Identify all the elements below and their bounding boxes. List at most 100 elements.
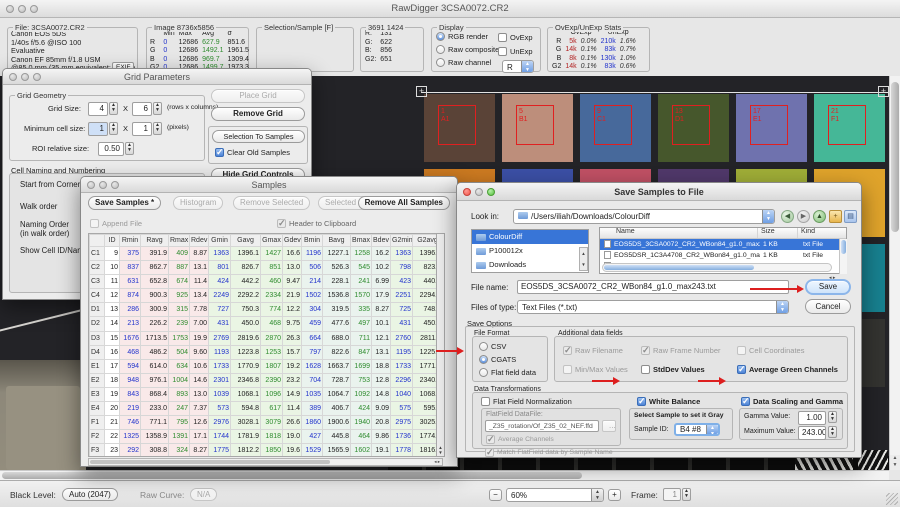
list-view-icon[interactable]: ▤ <box>844 210 857 223</box>
sample-row-D4[interactable]: D416468486.25049.6011931223.8125315.7797… <box>90 345 444 359</box>
raw-filename-checkbox[interactable]: Raw Filename <box>563 346 623 355</box>
match-flatfield-checkbox[interactable]: Match FlatField data by Sample Name <box>485 448 613 457</box>
sample-row-F2[interactable]: F22213251358.9139117.117441781.9181819.0… <box>90 430 444 444</box>
stddev-values-checkbox[interactable]: StdDev Values <box>641 365 705 374</box>
min-cell-h-input[interactable]: 1 <box>132 122 152 136</box>
new-folder-icon[interactable]: + <box>829 210 842 223</box>
gamma-stepper[interactable]: ▲▼ <box>828 411 837 423</box>
look-in-select[interactable]: /Users/iliah/Downloads/ColourDiff▲▼ <box>513 209 775 224</box>
remove-all-samples-button[interactable]: Remove All Samples <box>358 196 450 210</box>
selection-handle[interactable]: + <box>878 86 889 97</box>
samples-titlebar[interactable]: Samples <box>81 177 457 193</box>
save-samples-button[interactable]: Save Samples * <box>88 196 161 210</box>
grid-cols-stepper[interactable]: ▲▼ <box>153 102 162 115</box>
zoom-window-icon[interactable] <box>30 5 38 13</box>
roi-stepper[interactable]: ▲▼ <box>125 142 134 155</box>
sample-row-D1[interactable]: D113286300.93157.78727750.377412.2304319… <box>90 303 444 317</box>
browse-button[interactable]: ... <box>602 420 616 432</box>
minmax-values-checkbox[interactable]: Min/Max Values <box>563 365 628 374</box>
sample-row-D2[interactable]: D214213226.22397.00431450.04689.75459477… <box>90 317 444 331</box>
min-cell-w-stepper[interactable]: ▲▼ <box>109 122 118 135</box>
white-balance-checkbox[interactable]: White Balance <box>637 397 700 406</box>
close-icon[interactable] <box>6 5 14 13</box>
frame-input[interactable]: 1 <box>663 488 681 501</box>
sidebar-item-p100012x[interactable]: P100012x <box>472 244 588 258</box>
grid-window-titlebar[interactable]: Grid Parameters <box>3 69 311 85</box>
flatfield-path-input[interactable]: _Z35_rotation/Of_Z35_02_NEF.ffd <box>485 420 599 432</box>
remove-selected-button[interactable]: Remove Selected <box>233 196 310 210</box>
sample-row-E2[interactable]: E218948976.1100414.623012346.8239023.270… <box>90 373 444 387</box>
file-row[interactable]: EOS5DSR_1C3A4708_CR2_WBon84_g1.0_max243.… <box>600 250 846 261</box>
sample-id-select[interactable]: B4 #8▲▼ <box>674 423 720 436</box>
sample-row-F3[interactable]: F323292308.83248.2717751812.2185019.6152… <box>90 444 444 457</box>
selection-handle[interactable]: + <box>416 86 427 97</box>
unexp-checkbox[interactable]: UnExp <box>498 47 533 56</box>
save-button[interactable]: Save <box>805 279 851 295</box>
grid-rows-stepper[interactable]: ▲▼ <box>109 102 118 115</box>
clear-old-samples-checkbox[interactable]: Clear Old Samples <box>215 148 290 157</box>
sample-row-C4[interactable]: C412874900.392513.422492292.2233421.9150… <box>90 289 444 303</box>
grid-cols-input[interactable]: 6 <box>132 102 152 116</box>
zoom-out-button[interactable]: − <box>489 489 502 501</box>
ovexp-checkbox[interactable]: OvExp <box>498 33 533 42</box>
vertical-scroll-thumb[interactable] <box>891 82 899 232</box>
minimize-icon[interactable] <box>99 181 107 189</box>
back-icon[interactable]: ◀ <box>781 210 794 223</box>
files-of-type-select[interactable]: Text Files (*.txt)▲▼ <box>517 300 789 314</box>
parent-folder-icon[interactable]: ▲ <box>813 210 826 223</box>
format-cgats-radio[interactable]: CGATS <box>479 355 516 364</box>
min-cell-w-input[interactable]: 1 <box>88 122 108 136</box>
data-scaling-gamma-checkbox[interactable]: Data Scaling and Gamma <box>741 397 843 406</box>
selection-to-samples-button[interactable]: Selection To Samples <box>212 130 305 143</box>
raw-frame-checkbox[interactable]: Raw Frame Number <box>641 346 721 355</box>
horizontal-scrollbar[interactable] <box>0 470 889 480</box>
flat-field-normalization-checkbox[interactable]: Flat Field Normalization <box>481 397 572 406</box>
zoom-in-button[interactable]: + <box>608 489 621 501</box>
file-list-vscrollbar[interactable] <box>839 239 847 274</box>
file-name-input[interactable]: EOS5DS_3CSA0072_CR2_WBon84_g1.0_max243.t… <box>517 280 789 294</box>
sidebar-scroll-arrows[interactable]: ▲▼ <box>579 247 588 271</box>
sample-row-D3[interactable]: D31516761713.5175319.927692819.6287026.3… <box>90 331 444 345</box>
samples-hscrollbar[interactable]: ◂ ▸ <box>88 458 443 466</box>
file-row[interactable]: EOS5DS_3CSA0072_CR2_WBon84_g1.0_max243.t… <box>600 239 846 250</box>
minimize-icon[interactable] <box>21 73 29 81</box>
grid-rows-input[interactable]: 4 <box>88 102 108 116</box>
file-list-hscrollbar[interactable] <box>602 263 832 272</box>
roi-input[interactable]: 0.50 <box>98 142 124 156</box>
maximum-stepper[interactable]: ▲▼ <box>828 426 837 438</box>
place-grid-button[interactable]: Place Grid <box>211 89 305 103</box>
sidebar-item-colourdiff[interactable]: ColourDiff <box>472 230 588 244</box>
append-file-checkbox[interactable]: Append File <box>90 219 142 228</box>
sidebar-item-downloads[interactable]: Downloads <box>472 258 588 272</box>
close-icon[interactable] <box>87 181 95 189</box>
black-level-button[interactable]: Auto (2047) <box>62 488 118 501</box>
average-green-checkbox[interactable]: Average Green Channels <box>737 365 838 374</box>
minimize-icon[interactable] <box>18 5 26 13</box>
vertical-scroll-arrows[interactable]: ▲▼ <box>889 455 900 470</box>
forward-icon[interactable]: ▶ <box>797 210 810 223</box>
horizontal-scroll-thumb[interactable] <box>2 472 582 479</box>
cell-coordinates-checkbox[interactable]: Cell Coordinates <box>737 346 804 355</box>
sample-row-C3[interactable]: C311631652.867411.4424442.24609.47214228… <box>90 275 444 289</box>
zoom-window-icon[interactable] <box>111 181 119 189</box>
sample-row-E1[interactable]: E117594614.063410.617331770.9180719.2162… <box>90 359 444 373</box>
histogram-button[interactable]: Histogram <box>173 196 223 210</box>
format-csv-radio[interactable]: CSV <box>479 342 506 351</box>
display-radio-raw-channel[interactable]: Raw channel <box>436 58 499 67</box>
frame-stepper[interactable]: ▲▼ <box>682 488 691 501</box>
zoom-window-icon[interactable] <box>487 188 495 196</box>
average-channels-checkbox[interactable]: Average Channels <box>486 435 554 444</box>
resize-grip-icon[interactable] <box>886 493 898 505</box>
display-radio-raw-composite[interactable]: Raw composite <box>436 45 499 54</box>
raw-channel-select[interactable]: R▲▼ <box>502 60 534 73</box>
sample-row-C1[interactable]: C19375391.94098.8713631396.1142716.61196… <box>90 247 444 261</box>
samples-table[interactable]: IDRminRavgRmaxRdevGminGavgGmaxGdevBminBa… <box>89 234 443 457</box>
save-dialog-titlebar[interactable]: Save Samples to File <box>457 183 861 201</box>
sample-row-E4[interactable]: E420219233.02477.37573594.861711.4389406… <box>90 402 444 416</box>
vertical-scrollbar[interactable] <box>889 76 900 455</box>
header-to-clipboard-checkbox[interactable]: Header to Clipboard <box>277 219 356 228</box>
samples-vscrollbar[interactable]: ▲▼ <box>436 233 445 457</box>
sample-row-F1[interactable]: F121746771.179512.629763028.1307926.6186… <box>90 416 444 430</box>
sample-row-C2[interactable]: C210837862.788713.1801826.785113.0506526… <box>90 261 444 275</box>
format-flat-radio[interactable]: Flat field data <box>479 368 536 377</box>
